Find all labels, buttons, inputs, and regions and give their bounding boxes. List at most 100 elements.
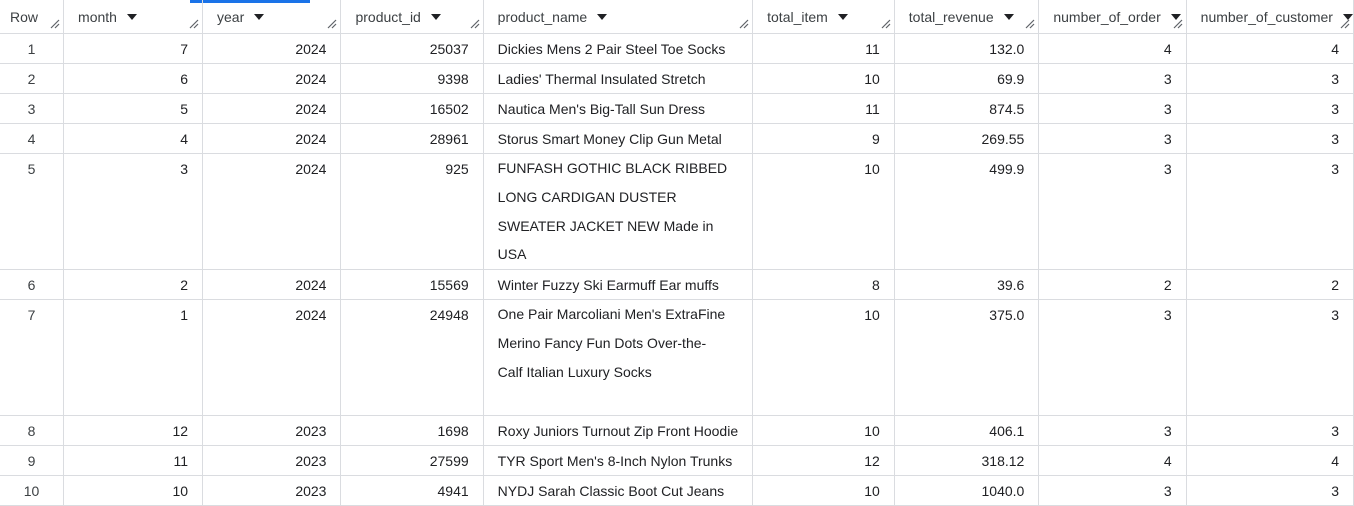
cell-product-id[interactable]: 27599 [340,445,484,477]
cell-row[interactable]: 2 [0,63,65,94]
cell-month[interactable]: 10 [63,475,204,506]
cell-product-id[interactable]: 4941 [340,475,484,506]
cell-month[interactable]: 2 [63,269,204,301]
cell-product-id[interactable]: 9398 [340,63,484,94]
cell-product-name[interactable]: Roxy Juniors Turnout Zip Front Hoodie [483,415,754,447]
cell-year[interactable]: 2023 [202,415,342,447]
cell-product-name[interactable]: FUNFASH GOTHIC BLACK RIBBED LONG CARDIGA… [483,153,754,271]
column-resize-handle-icon[interactable] [50,19,60,29]
sort-dropdown-icon[interactable] [254,13,265,20]
cell-number-of-order[interactable]: 3 [1038,415,1187,447]
cell-total-revenue[interactable]: 269.55 [894,123,1040,154]
cell-number-of-customer[interactable]: 3 [1186,63,1354,94]
cell-row[interactable]: 9 [0,445,65,477]
cell-year[interactable]: 2023 [202,445,342,477]
cell-row[interactable]: 8 [0,415,65,447]
cell-month[interactable]: 4 [63,123,204,154]
cell-row[interactable]: 7 [0,299,65,417]
cell-number-of-customer[interactable]: 3 [1186,475,1354,506]
cell-total-revenue[interactable]: 874.5 [894,93,1040,124]
column-resize-handle-icon[interactable] [1340,19,1350,29]
column-header-month[interactable]: month [63,0,204,34]
cell-row[interactable]: 3 [0,93,65,124]
column-resize-handle-icon[interactable] [327,19,337,29]
column-header-product-id[interactable]: product_id [340,0,484,34]
cell-row[interactable]: 5 [0,153,65,271]
table-row[interactable]: 5 3 2024 925 FUNFASH GOTHIC BLACK RIBBED LON… [0,153,1354,271]
cell-number-of-customer[interactable]: 3 [1186,93,1354,124]
cell-total-revenue[interactable]: 375.0 [894,299,1040,417]
cell-product-name[interactable]: One Pair Marcoliani Men's ExtraFine Meri… [483,299,754,417]
cell-number-of-order[interactable]: 3 [1038,153,1187,271]
column-header-year[interactable]: year [202,0,342,34]
column-header-number-of-customer[interactable]: number_of_customer [1186,0,1354,34]
cell-year[interactable]: 2024 [202,93,342,124]
cell-row[interactable]: 10 [0,475,65,506]
cell-product-id[interactable]: 15569 [340,269,484,301]
cell-number-of-order[interactable]: 3 [1038,475,1187,506]
cell-month[interactable]: 11 [63,445,204,477]
cell-product-name[interactable]: Dickies Mens 2 Pair Steel Toe Socks [483,33,754,64]
cell-product-id[interactable]: 925 [340,153,484,271]
column-resize-handle-icon[interactable] [881,19,891,29]
cell-row[interactable]: 6 [0,269,65,301]
sort-dropdown-icon[interactable] [597,13,608,20]
cell-number-of-order[interactable]: 3 [1038,93,1187,124]
column-header-row[interactable]: Row [0,0,65,34]
column-header-product-name[interactable]: product_name [483,0,754,34]
cell-total-revenue[interactable]: 132.0 [894,33,1040,64]
cell-number-of-customer[interactable]: 3 [1186,415,1354,447]
cell-year[interactable]: 2024 [202,153,342,271]
cell-product-id[interactable]: 16502 [340,93,484,124]
cell-total-item[interactable]: 10 [752,415,895,447]
cell-number-of-customer[interactable]: 3 [1186,123,1354,154]
cell-product-name[interactable]: Storus Smart Money Clip Gun Metal [483,123,754,154]
sort-dropdown-icon[interactable] [837,13,848,20]
cell-month[interactable]: 6 [63,63,204,94]
cell-row[interactable]: 1 [0,33,65,64]
column-resize-handle-icon[interactable] [1025,19,1035,29]
cell-month[interactable]: 1 [63,299,204,417]
cell-month[interactable]: 12 [63,415,204,447]
cell-total-item[interactable]: 10 [752,153,895,271]
table-row[interactable]: 9 11 2023 27599 TYR Sport Men's 8-Inch Nylon… [0,445,1354,477]
cell-year[interactable]: 2024 [202,299,342,417]
cell-number-of-order[interactable]: 4 [1038,445,1187,477]
cell-number-of-order[interactable]: 3 [1038,299,1187,417]
table-row[interactable]: 7 1 2024 24948 One Pair Marcoliani Men's Ext… [0,299,1354,417]
cell-total-revenue[interactable]: 406.1 [894,415,1040,447]
table-row[interactable]: 8 12 2023 1698 Roxy Juniors Turnout Zip Fron… [0,415,1354,447]
cell-product-name[interactable]: TYR Sport Men's 8-Inch Nylon Trunks [483,445,754,477]
cell-total-revenue[interactable]: 69.9 [894,63,1040,94]
cell-number-of-customer[interactable]: 2 [1186,269,1354,301]
cell-year[interactable]: 2024 [202,123,342,154]
cell-number-of-customer[interactable]: 4 [1186,33,1354,64]
cell-product-id[interactable]: 1698 [340,415,484,447]
cell-product-id[interactable]: 25037 [340,33,484,64]
cell-number-of-customer[interactable]: 3 [1186,153,1354,271]
cell-product-name[interactable]: Nautica Men's Big-Tall Sun Dress [483,93,754,124]
table-row[interactable]: 4 4 2024 28961 Storus Smart Money Clip Gun M… [0,123,1354,154]
cell-product-name[interactable]: Ladies' Thermal Insulated Stretch [483,63,754,94]
cell-product-id[interactable]: 28961 [340,123,484,154]
cell-row[interactable]: 4 [0,123,65,154]
table-row[interactable]: 6 2 2024 15569 Winter Fuzzy Ski Earmuff Ear … [0,269,1354,301]
cell-total-item[interactable]: 10 [752,299,895,417]
cell-number-of-order[interactable]: 2 [1038,269,1187,301]
cell-month[interactable]: 5 [63,93,204,124]
cell-number-of-order[interactable]: 3 [1038,63,1187,94]
table-row[interactable]: 3 5 2024 16502 Nautica Men's Big-Tall Sun Dr… [0,93,1354,124]
cell-total-item[interactable]: 11 [752,93,895,124]
column-resize-handle-icon[interactable] [470,19,480,29]
cell-product-id[interactable]: 24948 [340,299,484,417]
column-resize-handle-icon[interactable] [1173,19,1183,29]
cell-number-of-customer[interactable]: 4 [1186,445,1354,477]
column-resize-handle-icon[interactable] [189,19,199,29]
cell-total-revenue[interactable]: 499.9 [894,153,1040,271]
cell-product-name[interactable]: NYDJ Sarah Classic Boot Cut Jeans [483,475,754,506]
column-header-total-item[interactable]: total_item [752,0,895,34]
cell-product-name[interactable]: Winter Fuzzy Ski Earmuff Ear muffs [483,269,754,301]
table-row[interactable]: 10 10 2023 4941 NYDJ Sarah Classic Boot Cut … [0,475,1354,506]
cell-month[interactable]: 7 [63,33,204,64]
column-resize-handle-icon[interactable] [739,19,749,29]
